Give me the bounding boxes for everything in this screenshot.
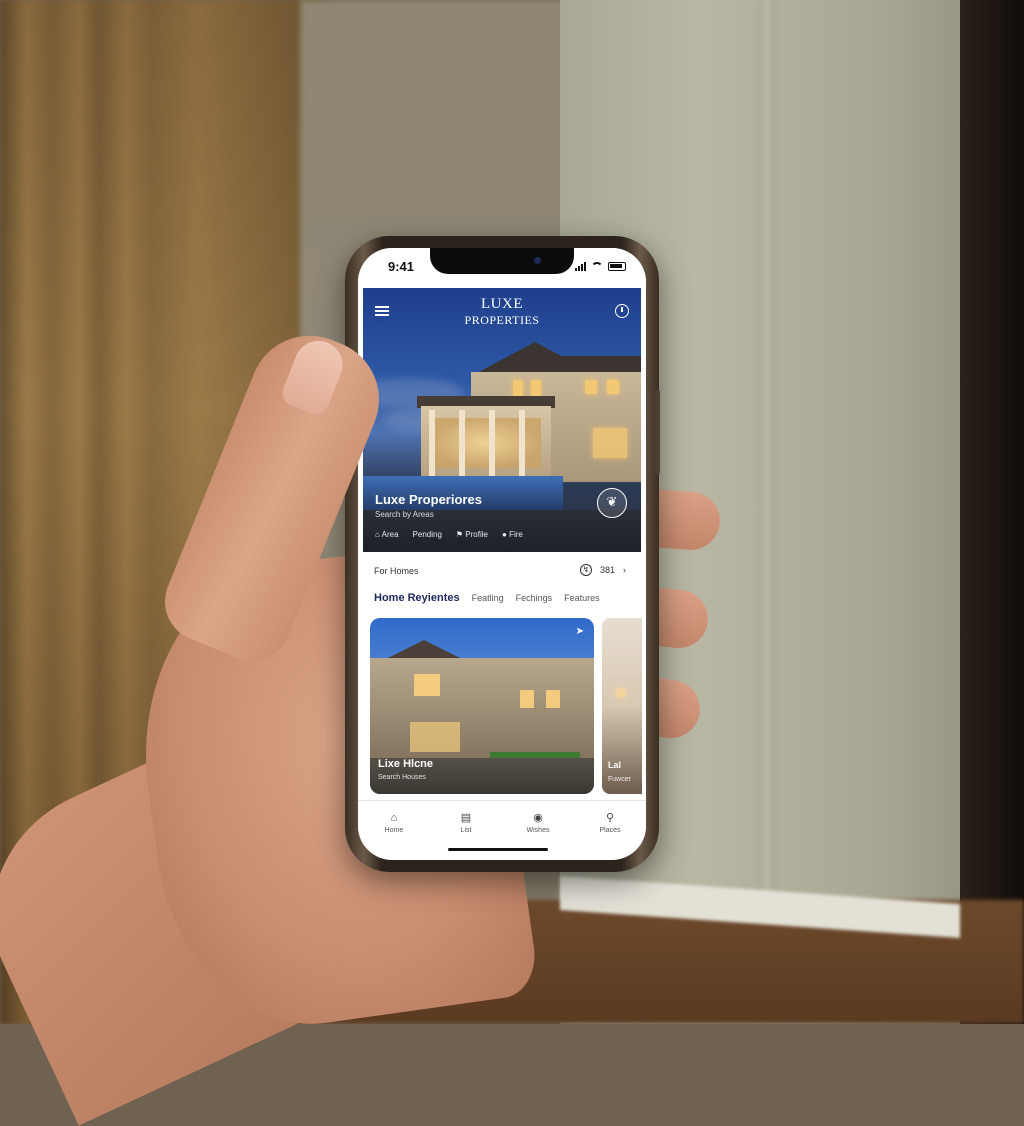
nav-label: List <box>460 826 472 834</box>
chevron-right-icon: › <box>623 565 626 575</box>
window <box>593 428 627 458</box>
status-time: 9:41 <box>388 259 415 274</box>
wall-corner <box>760 0 774 1024</box>
nav-list[interactable]: ▤ List <box>441 811 491 834</box>
home-icon: ⌂ <box>375 530 380 539</box>
nav-label: Home <box>384 826 404 834</box>
column <box>429 410 435 476</box>
bottom-nav: ⌂ Home ▤ List ◉ Wishes ⚲ Places <box>358 800 646 845</box>
list-icon: ▤ <box>460 811 472 824</box>
tab-fechings[interactable]: Fechings <box>516 593 553 603</box>
column <box>459 410 465 476</box>
chip[interactable]: ⌂ Area <box>375 530 399 539</box>
brand-logo: LUXE PROPERTIES <box>363 296 641 328</box>
property-card[interactable]: Lal Fuwcer <box>602 618 642 794</box>
column <box>489 410 495 476</box>
window <box>414 674 440 696</box>
house <box>370 658 594 758</box>
nav-home[interactable]: ⌂ Home <box>369 811 419 834</box>
wifi-icon <box>591 261 603 271</box>
brand-line1: LUXE <box>481 296 523 312</box>
listing-name: Luxe Properiores <box>375 492 482 507</box>
system-icons <box>575 261 626 271</box>
card-sub: Search Houses <box>378 774 426 781</box>
bolt-icon: ↯ <box>579 564 592 576</box>
window <box>531 380 541 396</box>
window <box>546 690 560 708</box>
window <box>607 380 619 394</box>
chip[interactable]: ● Fire <box>502 530 523 539</box>
curtain <box>0 0 330 1024</box>
nav-label: Wishes <box>526 826 550 834</box>
card-sub: Fuwcer <box>608 776 631 783</box>
category-tabs: Home Reyientes Featling Fechings Feature… <box>374 592 600 604</box>
side-button <box>655 390 660 474</box>
clock-icon[interactable] <box>615 304 629 318</box>
count-value: 381 <box>599 565 615 575</box>
bed-icon: ● <box>501 530 507 539</box>
chip[interactable]: Pending <box>413 530 442 539</box>
section-label: For Homes <box>374 566 419 576</box>
listing-sub: Search by Areas <box>375 510 434 519</box>
nav-places[interactable]: ⚲ Places <box>585 811 635 834</box>
camera <box>534 257 541 264</box>
section-count[interactable]: ↯ 381 › <box>579 564 626 576</box>
hero-banner[interactable]: LUXE PROPERTIES Luxe Properiores Search … <box>363 288 641 552</box>
nav-wishes[interactable]: ◉ Wishes <box>513 811 563 834</box>
tag-icon: ⚑ <box>455 530 464 539</box>
search-icon: ⚲ <box>605 811 615 824</box>
feature-chips: ⌂ Area Pending ⚑ Profile ● Fire <box>375 530 523 539</box>
window <box>585 380 597 394</box>
tab-features[interactable]: Features <box>564 593 600 603</box>
tab-home-reyientes[interactable]: Home Reyientes <box>374 592 460 604</box>
home-indicator <box>448 848 548 851</box>
doorframe <box>960 0 1024 1024</box>
window <box>513 380 523 396</box>
window <box>520 690 534 708</box>
signal-icon <box>575 261 586 271</box>
chat-icon: ◉ <box>533 811 543 824</box>
property-card[interactable]: ➤ Lixe Hlcne Search Houses <box>370 618 594 794</box>
card-name: Lixe Hlcne <box>378 758 434 770</box>
nav-label: Places <box>599 826 621 834</box>
arrow-up-icon[interactable]: ➤ <box>576 626 584 637</box>
phone-screen: 9:41 LUXE PROPERTIES Luxe Properiores Se… <box>358 248 646 860</box>
chip[interactable]: ⚑ Profile <box>456 530 488 539</box>
battery-icon <box>608 261 626 271</box>
tab-featling[interactable]: Featling <box>472 593 504 603</box>
brand-line2: PROPERTIES <box>464 313 540 327</box>
home-icon: ⌂ <box>390 811 398 824</box>
notch <box>430 248 574 274</box>
card-name: Lal <box>608 760 622 770</box>
column <box>519 410 525 476</box>
lamp <box>616 688 626 698</box>
house-roof <box>553 356 641 372</box>
window <box>410 722 460 752</box>
leaf-icon[interactable]: ❦ <box>597 488 627 518</box>
